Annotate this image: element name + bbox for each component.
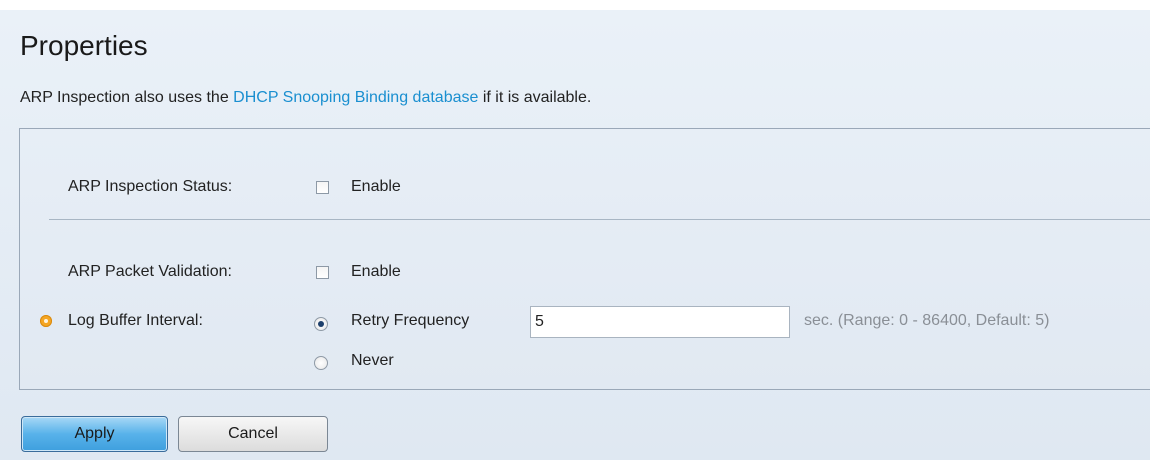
arp-inspection-status-label: ARP Inspection Status:: [68, 178, 233, 195]
apply-button[interactable]: Apply: [21, 416, 168, 452]
arp-packet-validation-checkbox[interactable]: [316, 266, 329, 279]
description-prefix: ARP Inspection also uses the: [20, 89, 234, 106]
arp-packet-validation-enable-label[interactable]: Enable: [351, 263, 401, 281]
page-title: Properties: [20, 30, 148, 61]
retry-frequency-input[interactable]: [530, 306, 790, 338]
required-field-icon: [40, 315, 52, 327]
retry-frequency-label[interactable]: Retry Frequency: [351, 312, 469, 330]
arp-packet-validation-label: ARP Packet Validation:: [68, 263, 232, 280]
dhcp-snooping-binding-link[interactable]: DHCP Snooping Binding database: [233, 89, 478, 106]
never-radio[interactable]: [314, 356, 328, 370]
description-suffix: if it is available.: [478, 89, 592, 106]
section-divider: [49, 219, 1150, 220]
page-description: ARP Inspection also uses the DHCP Snoopi…: [20, 89, 591, 107]
never-label[interactable]: Never: [351, 352, 394, 370]
cancel-button[interactable]: Cancel: [178, 416, 328, 452]
properties-panel: [19, 128, 1150, 390]
retry-frequency-hint: sec. (Range: 0 - 86400, Default: 5): [804, 312, 1050, 329]
retry-frequency-radio[interactable]: [314, 317, 328, 331]
log-buffer-interval-label: Log Buffer Interval:: [68, 312, 203, 329]
arp-inspection-status-checkbox[interactable]: [316, 181, 329, 194]
arp-inspection-status-enable-label[interactable]: Enable: [351, 178, 401, 196]
